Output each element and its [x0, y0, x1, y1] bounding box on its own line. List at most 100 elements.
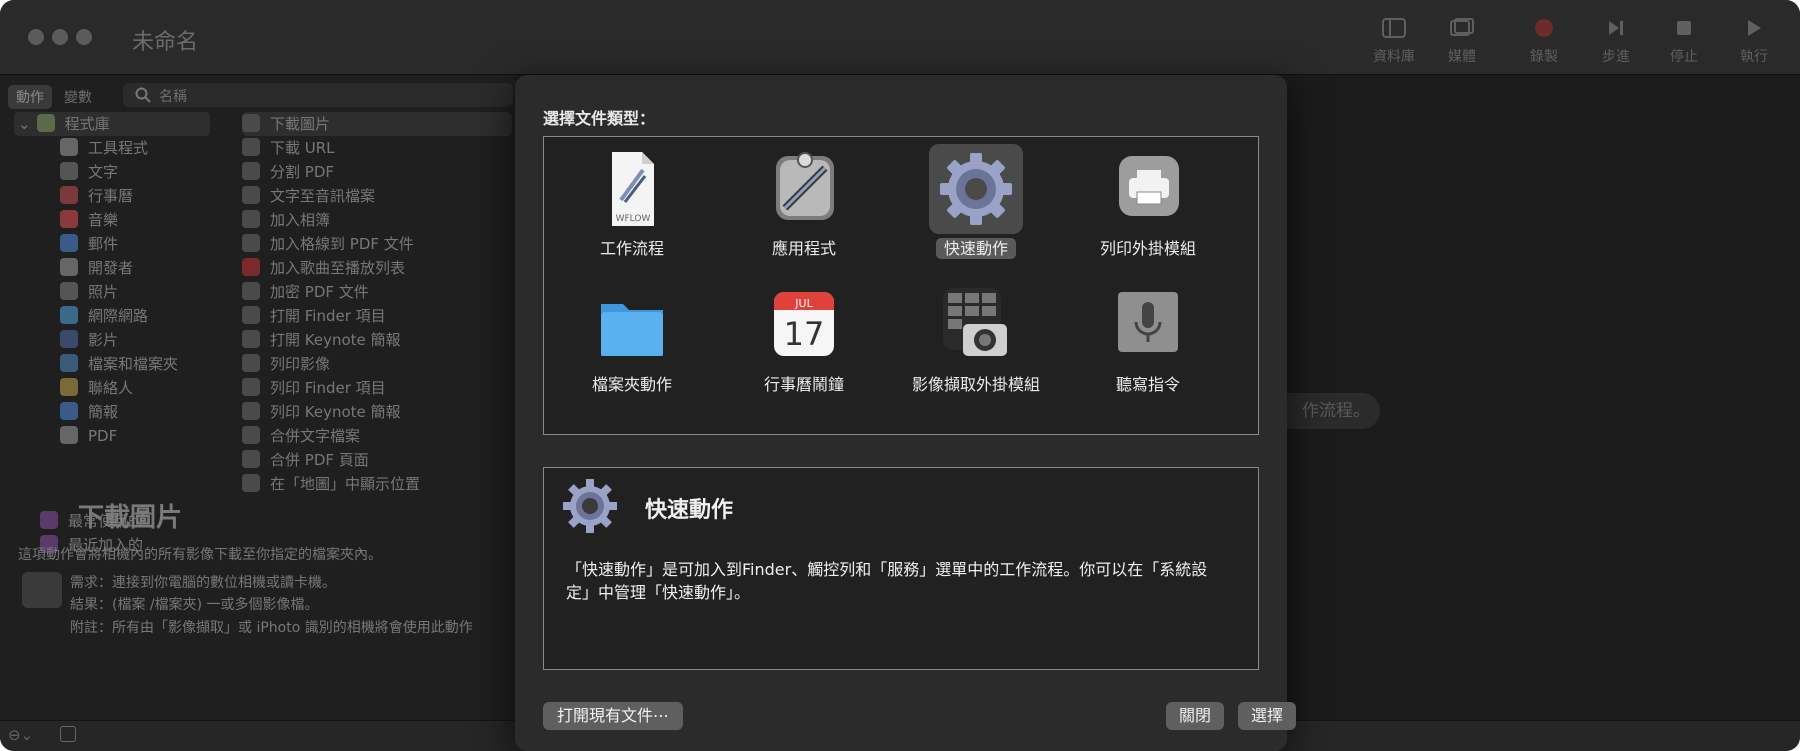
action-label: 下載 URL	[270, 139, 335, 157]
library-icon	[36, 114, 55, 132]
zoom-window-button[interactable]	[76, 29, 92, 45]
category-item[interactable]: 影片	[60, 328, 118, 352]
image-capture-icon	[929, 280, 1023, 370]
close-window-button[interactable]	[28, 29, 44, 45]
action-icon	[242, 378, 260, 396]
search-field[interactable]: 名稱	[123, 83, 513, 107]
action-item[interactable]: 文字至音訊檔案	[242, 184, 375, 208]
action-item[interactable]: 打開 Keynote 簡報	[242, 328, 401, 352]
more-options-icon[interactable]: ⊖⌄	[8, 726, 33, 744]
workflow-document-icon: WFLOW	[585, 144, 679, 234]
close-button[interactable]: 關閉	[1166, 702, 1224, 730]
detail-result: 結果：(檔案 /檔案夾) 一或多個影像檔。	[70, 597, 319, 613]
category-icon	[60, 378, 78, 396]
detail-note: 附註：所有由「影像擷取」或 iPhoto 識別的相機將會使用此動作	[70, 620, 473, 636]
action-label: 加入相簿	[270, 211, 331, 229]
action-label: 下載圖片	[270, 115, 331, 133]
category-item[interactable]: 音樂	[60, 208, 118, 232]
type-label: 列印外掛模組	[1099, 239, 1196, 258]
action-item[interactable]: 合併文字檔案	[242, 424, 360, 448]
action-item[interactable]: 在「地圖」中顯示位置	[242, 472, 420, 496]
action-item[interactable]: 合併 PDF 頁面	[242, 448, 369, 472]
type-quick-action[interactable]: 快速動作	[890, 139, 1062, 279]
category-item[interactable]: 檔案和檔案夾	[60, 352, 178, 376]
actions-segment[interactable]: 動作	[8, 85, 52, 109]
action-icon	[242, 258, 260, 276]
category-icon	[60, 138, 78, 156]
open-existing-button[interactable]: 打開現有文件⋯	[543, 702, 683, 730]
action-item[interactable]: 列印影像	[242, 352, 330, 376]
category-item[interactable]: 開發者	[60, 256, 133, 280]
type-description-panel: 快速動作 「快速動作」是可加入到Finder、觸控列和「服務」選單中的工作流程。…	[543, 467, 1259, 670]
action-item[interactable]: 加入格線到 PDF 文件	[242, 232, 414, 256]
calendar-icon: JUL 17	[757, 280, 851, 370]
category-item[interactable]: 照片	[60, 280, 118, 304]
category-icon	[60, 234, 78, 252]
category-icon	[60, 282, 78, 300]
category-label: 郵件	[88, 235, 119, 253]
type-dictation-command[interactable]: 聽寫指令	[1062, 275, 1234, 415]
library-toolbar-button[interactable]: 資料庫	[1362, 18, 1426, 66]
record-toolbar-label: 錄製	[1530, 49, 1558, 65]
category-item[interactable]: 郵件	[60, 232, 118, 256]
action-item[interactable]: 列印 Keynote 簡報	[242, 400, 401, 424]
action-icon	[242, 306, 260, 324]
type-print-plugin[interactable]: 列印外掛模組	[1062, 139, 1234, 279]
action-item[interactable]: 下載圖片	[242, 112, 512, 136]
category-item[interactable]: 文字	[60, 160, 118, 184]
stop-toolbar-button[interactable]: 停止	[1652, 18, 1716, 66]
type-folder-action[interactable]: 檔案夾動作	[546, 275, 718, 415]
type-workflow[interactable]: WFLOW 工作流程	[546, 139, 718, 279]
category-label: 網際網路	[88, 307, 149, 325]
category-icon	[60, 426, 78, 444]
category-label: 工具程式	[88, 139, 149, 157]
action-label: 列印 Keynote 簡報	[270, 403, 401, 421]
action-item[interactable]: 加入歌曲至播放列表	[242, 256, 405, 280]
record-toolbar-button[interactable]: 錄製	[1512, 18, 1576, 66]
step-toolbar-button[interactable]: 步進	[1584, 18, 1648, 66]
category-item[interactable]: 行事曆	[60, 184, 133, 208]
action-label: 加密 PDF 文件	[270, 283, 369, 301]
category-item[interactable]: 簡報	[60, 400, 118, 424]
category-item[interactable]: 網際網路	[60, 304, 148, 328]
run-toolbar-button[interactable]: 執行	[1722, 18, 1786, 66]
stop-icon	[1677, 21, 1691, 35]
type-calendar-alarm[interactable]: JUL 17 行事曆鬧鐘	[718, 275, 890, 415]
category-label: 行事曆	[88, 187, 134, 205]
play-icon	[1748, 20, 1761, 36]
type-label: 行事曆鬧鐘	[763, 375, 844, 394]
action-icon	[242, 282, 260, 300]
minimize-window-button[interactable]	[52, 29, 68, 45]
automator-robot-icon	[757, 144, 851, 234]
smart-folder-icon	[40, 511, 58, 529]
category-label: 檔案和檔案夾	[88, 355, 179, 373]
action-icon	[242, 162, 260, 180]
action-item[interactable]: 列印 Finder 項目	[242, 376, 386, 400]
action-label: 打開 Keynote 簡報	[270, 331, 401, 349]
action-item[interactable]: 下載 URL	[242, 136, 335, 160]
action-item[interactable]: 分割 PDF	[242, 160, 334, 184]
action-icon	[242, 234, 260, 252]
category-item[interactable]: 聯絡人	[60, 376, 133, 400]
choose-button[interactable]: 選擇	[1238, 702, 1296, 730]
action-label: 加入格線到 PDF 文件	[270, 235, 414, 253]
action-label: 文字至音訊檔案	[270, 187, 376, 205]
variables-segment[interactable]: 變數	[56, 85, 100, 109]
actions-variables-segmented-control: 動作 變數	[8, 85, 100, 109]
action-icon	[242, 330, 260, 348]
category-item[interactable]: 工具程式	[60, 136, 148, 160]
library-header-row[interactable]: ⌄ 程式庫	[14, 112, 210, 136]
category-item[interactable]: PDF	[60, 424, 117, 448]
type-image-capture-plugin[interactable]: 影像擷取外掛模組	[890, 275, 1062, 415]
type-application[interactable]: 應用程式	[718, 139, 890, 279]
category-icon	[60, 402, 78, 420]
printer-icon	[1101, 144, 1195, 234]
category-label: 聯絡人	[88, 379, 134, 397]
media-toolbar-button[interactable]: 媒體	[1430, 18, 1494, 66]
wflow-badge: WFLOW	[616, 214, 651, 224]
action-icon	[242, 426, 260, 444]
action-item[interactable]: 加密 PDF 文件	[242, 280, 369, 304]
action-item[interactable]: 打開 Finder 項目	[242, 304, 386, 328]
action-item[interactable]: 加入相簿	[242, 208, 330, 232]
log-toggle-icon[interactable]	[60, 726, 76, 742]
